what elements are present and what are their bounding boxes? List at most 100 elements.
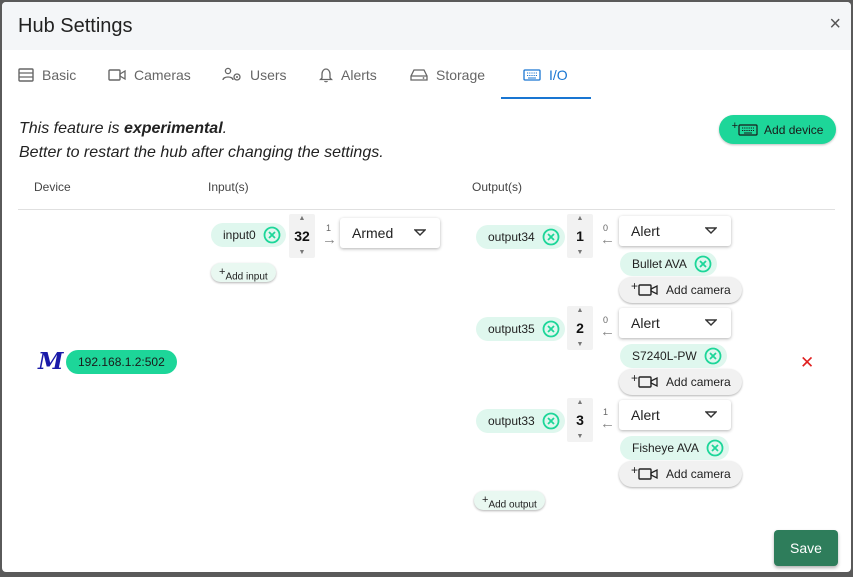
notice-line2: Better to restart the hub after changing… — [19, 144, 384, 161]
input-mode-select[interactable]: Armed — [340, 218, 440, 248]
dialog-header: Hub Settings × — [2, 2, 851, 50]
add-input-button[interactable]: +Add input — [211, 263, 276, 282]
arrow-right-icon: → — [322, 231, 337, 248]
output-number-stepper[interactable]: ▲ 1 ▼ — [567, 214, 593, 258]
stepper-up-icon[interactable]: ▲ — [567, 307, 593, 315]
output-mode-select[interactable]: Alert — [619, 308, 731, 338]
bell-icon — [319, 68, 333, 83]
add-device-label: Add device — [764, 122, 824, 137]
input-number: 32 — [294, 228, 310, 244]
output-number-stepper[interactable]: ▲ 2 ▼ — [567, 306, 593, 350]
camera-chip[interactable]: S7240L-PW — [620, 344, 727, 368]
keyboard-icon — [738, 123, 758, 136]
hard-drive-icon — [410, 69, 428, 81]
column-header-device: Device — [34, 180, 71, 194]
output-mode-value: Alert — [631, 407, 660, 423]
add-camera-label: Add camera — [666, 375, 731, 389]
tab-bar: Basic Cameras Users Alerts Storage I/O — [2, 50, 851, 100]
tab-cameras[interactable]: Cameras — [108, 50, 191, 100]
output-number-stepper[interactable]: ▲ 3 ▼ — [567, 398, 593, 442]
input-number-stepper[interactable]: ▲ 32 ▼ — [289, 214, 315, 258]
add-camera-plus: + — [631, 463, 639, 477]
add-input-label: Add input — [225, 271, 268, 283]
video-camera-icon — [638, 284, 658, 296]
output-mode-select[interactable]: Alert — [619, 400, 731, 430]
camera-chip[interactable]: Bullet AVA — [620, 252, 717, 276]
column-header-inputs: Input(s) — [208, 180, 249, 194]
stepper-down-icon[interactable]: ▼ — [289, 249, 315, 257]
arrow-left-icon: ← — [600, 323, 615, 340]
tab-users[interactable]: Users — [222, 50, 287, 100]
dialog-title: Hub Settings — [18, 15, 133, 37]
tab-storage[interactable]: Storage — [410, 50, 485, 100]
stepper-up-icon[interactable]: ▲ — [567, 399, 593, 407]
tab-alerts[interactable]: Alerts — [319, 50, 377, 100]
add-output-button[interactable]: +Add output — [474, 491, 545, 510]
add-camera-button[interactable]: + Add camera — [619, 369, 742, 395]
close-icon[interactable]: × — [829, 14, 841, 34]
keyboard-icon — [523, 69, 541, 81]
stepper-down-icon[interactable]: ▼ — [567, 341, 593, 349]
list-icon — [18, 68, 34, 82]
experimental-notice: This feature is experimental. Better to … — [19, 117, 384, 165]
output-chip[interactable]: output34 — [476, 225, 565, 249]
notice-emphasis: experimental — [123, 120, 223, 137]
stepper-down-icon[interactable]: ▼ — [567, 433, 593, 441]
remove-circle-icon[interactable] — [542, 412, 560, 430]
caret-down-icon — [705, 227, 717, 234]
tab-basic-label: Basic — [42, 67, 77, 83]
output-name: output33 — [488, 414, 535, 428]
output-number: 2 — [576, 320, 584, 336]
remove-circle-icon[interactable] — [542, 228, 560, 246]
tab-storage-label: Storage — [436, 67, 486, 83]
stepper-up-icon[interactable]: ▲ — [567, 215, 593, 223]
camera-name: Bullet AVA — [632, 257, 687, 271]
notice-suffix: . — [222, 120, 228, 137]
add-device-plus: + — [731, 119, 739, 132]
output-mode-value: Alert — [631, 315, 660, 331]
users-gear-icon — [222, 67, 241, 81]
remove-circle-icon[interactable] — [706, 439, 724, 457]
column-header-outputs: Output(s) — [472, 180, 523, 194]
add-camera-label: Add camera — [666, 467, 731, 481]
notice-prefix: This feature is — [19, 120, 124, 137]
input-name: input0 — [223, 228, 256, 242]
tab-cameras-label: Cameras — [134, 67, 191, 83]
remove-circle-icon[interactable] — [542, 320, 560, 338]
tab-io[interactable]: I/O — [523, 50, 568, 100]
tab-alerts-label: Alerts — [341, 67, 377, 83]
video-camera-icon — [638, 468, 658, 480]
tab-io-label: I/O — [549, 67, 568, 83]
tab-basic[interactable]: Basic — [18, 50, 76, 100]
add-camera-label: Add camera — [666, 283, 731, 297]
add-camera-plus: + — [631, 371, 639, 385]
caret-down-icon — [705, 411, 717, 418]
output-mode-value: Alert — [631, 223, 660, 239]
stepper-down-icon[interactable]: ▼ — [567, 249, 593, 257]
arrow-left-icon: ← — [600, 231, 615, 248]
add-output-label: Add output — [488, 499, 537, 511]
add-camera-button[interactable]: + Add camera — [619, 461, 742, 487]
caret-down-icon — [705, 319, 717, 326]
stepper-up-icon[interactable]: ▲ — [289, 215, 315, 223]
caret-down-icon — [414, 229, 426, 236]
output-number: 3 — [576, 412, 584, 428]
remove-circle-icon[interactable] — [263, 226, 281, 244]
camera-chip[interactable]: Fisheye AVA — [620, 436, 729, 460]
arrow-left-icon: ← — [600, 415, 615, 432]
save-button[interactable]: Save — [774, 530, 838, 566]
camera-name: S7240L-PW — [632, 349, 697, 363]
add-camera-button[interactable]: + Add camera — [619, 277, 742, 303]
device-address-chip[interactable]: 192.168.1.2:502 — [66, 350, 177, 374]
output-chip[interactable]: output35 — [476, 317, 565, 341]
add-device-button[interactable]: + Add device — [719, 115, 836, 144]
video-camera-icon — [108, 69, 126, 81]
output-mode-select[interactable]: Alert — [619, 216, 731, 246]
input-chip[interactable]: input0 — [211, 223, 286, 247]
remove-circle-icon[interactable] — [704, 347, 722, 365]
header-divider — [18, 209, 835, 210]
output-chip[interactable]: output33 — [476, 409, 565, 433]
output-name: output35 — [488, 322, 535, 336]
remove-circle-icon[interactable] — [694, 255, 712, 273]
delete-device-icon[interactable]: ✕ — [800, 353, 814, 373]
